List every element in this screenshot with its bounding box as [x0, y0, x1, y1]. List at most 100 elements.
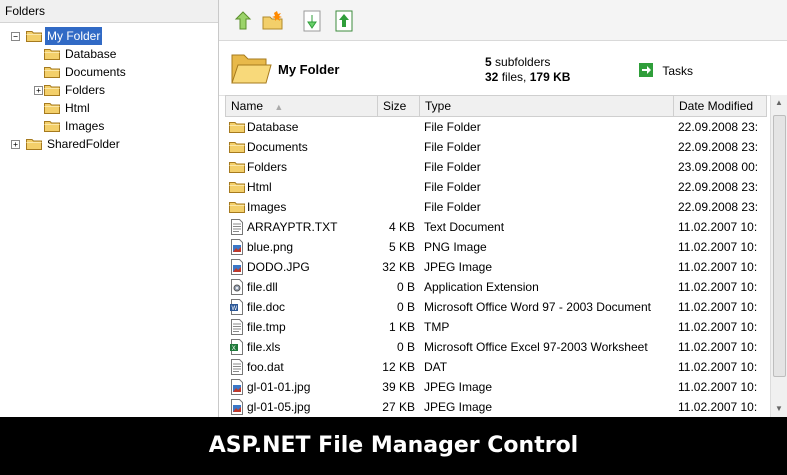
- scroll-down-icon[interactable]: ▼: [771, 401, 787, 417]
- file-date: 11.02.2007 10:: [678, 340, 758, 354]
- generic-file-icon: [231, 359, 243, 375]
- file-row[interactable]: ARRAYPTR.TXT 4 KB Text Document 11.02.2007 …: [225, 217, 767, 237]
- file-size: 27 KB: [382, 400, 415, 414]
- file-row[interactable]: Xfile.xls 0 B Microsoft Office Excel 97-20…: [225, 337, 767, 357]
- tree-node-label: Documents: [65, 65, 126, 79]
- file-type: Microsoft Office Word 97 - 2003 Document: [424, 300, 651, 314]
- folder-icon: [44, 67, 60, 78]
- grid-rows: Database File Folder 22.09.2008 23: Documen…: [225, 117, 767, 417]
- file-size: [377, 157, 415, 177]
- file-row[interactable]: Documents File Folder 22.09.2008 23:: [225, 137, 767, 157]
- tasks-button[interactable]: Tasks: [639, 63, 693, 78]
- tree-node[interactable]: Images: [0, 117, 216, 135]
- tree-node[interactable]: + Folders: [0, 81, 216, 99]
- file-row[interactable]: gl-01-05.jpg 27 KB JPEG Image 11.02.2007 10…: [225, 397, 767, 417]
- files-label: files,: [501, 70, 527, 84]
- expand-icon[interactable]: +: [34, 86, 43, 95]
- file-type: JPEG Image: [424, 260, 493, 274]
- file-name: Folders: [247, 160, 288, 174]
- type-header-label: Type: [425, 99, 452, 113]
- vertical-scrollbar[interactable]: ▲ ▼: [770, 95, 787, 417]
- date-column-header[interactable]: Date Modified: [674, 96, 767, 116]
- folder-icon: [229, 182, 245, 193]
- file-row[interactable]: Html File Folder 22.09.2008 23:: [225, 177, 767, 197]
- type-column-header[interactable]: Type: [420, 96, 674, 116]
- file-type: Text Document: [424, 220, 505, 234]
- file-date: 22.09.2008 23:: [678, 200, 759, 214]
- file-type: PNG Image: [424, 240, 487, 254]
- scrollbar-thumb[interactable]: [773, 115, 786, 377]
- caption-banner: ASP.NET File Manager Control: [0, 417, 787, 475]
- file-row[interactable]: Database File Folder 22.09.2008 23:: [225, 117, 767, 137]
- file-name: Images: [247, 200, 287, 214]
- folder-tree-panel: Folders − My Folder Database Documents + Fold…: [0, 0, 219, 417]
- file-date: 22.09.2008 23:: [678, 180, 759, 194]
- up-folder-icon[interactable]: [231, 9, 255, 33]
- name-column-header[interactable]: Name ▲: [226, 96, 378, 116]
- file-row[interactable]: Images File Folder 22.09.2008 23:: [225, 197, 767, 217]
- tree-node[interactable]: + SharedFolder: [0, 135, 216, 153]
- expand-icon[interactable]: +: [11, 140, 20, 149]
- file-row[interactable]: DODO.JPG 32 KB JPEG Image 11.02.2007 10:: [225, 257, 767, 277]
- file-size: [377, 197, 415, 217]
- subfolders-count: 5: [485, 55, 492, 69]
- name-header-label: Name: [231, 99, 264, 113]
- folder-icon: [229, 122, 245, 133]
- file-type: JPEG Image: [424, 380, 493, 394]
- file-size: [377, 117, 415, 137]
- folder-summary: 5 subfolders 32 files, 179 KB: [485, 55, 570, 85]
- file-type: Microsoft Office Excel 97-2003 Worksheet: [424, 340, 648, 354]
- file-date: 11.02.2007 10:: [678, 220, 758, 234]
- new-folder-icon[interactable]: [261, 9, 285, 33]
- file-size: [377, 137, 415, 157]
- subfolders-label: subfolders: [495, 55, 551, 69]
- tree-node[interactable]: Html: [0, 99, 216, 117]
- tasks-label: Tasks: [662, 64, 694, 78]
- tree-node[interactable]: Documents: [0, 63, 216, 81]
- file-name: file.tmp: [247, 320, 286, 334]
- word-file-icon: W: [230, 299, 243, 315]
- file-size: 1 KB: [388, 320, 415, 334]
- text-file-icon: [231, 219, 243, 235]
- file-name: file.dll: [247, 280, 278, 294]
- tree-node[interactable]: − My Folder: [0, 27, 216, 45]
- file-date: 11.02.2007 10:: [678, 380, 758, 394]
- file-row[interactable]: blue.png 5 KB PNG Image 11.02.2007 10:: [225, 237, 767, 257]
- file-name: gl-01-01.jpg: [247, 380, 311, 394]
- file-type: TMP: [424, 320, 450, 334]
- upload-icon[interactable]: [333, 9, 357, 33]
- folder-tree-header: Folders: [0, 0, 218, 23]
- folder-icon: [44, 49, 60, 60]
- file-name: Documents: [247, 140, 308, 154]
- file-size: 39 KB: [382, 380, 415, 394]
- size-column-header[interactable]: Size: [378, 96, 420, 116]
- content-panel: My Folder 5 subfolders 32 files, 179 KB …: [219, 0, 787, 417]
- folder-icon: [44, 121, 60, 132]
- file-row[interactable]: Folders File Folder 23.09.2008 00:: [225, 157, 767, 177]
- file-row[interactable]: file.dll 0 B Application Extension 11.02.20…: [225, 277, 767, 297]
- svg-text:X: X: [232, 346, 236, 352]
- tree-node[interactable]: Database: [0, 45, 216, 63]
- collapse-icon[interactable]: −: [11, 32, 20, 41]
- file-type: DAT: [424, 360, 448, 374]
- scroll-up-icon[interactable]: ▲: [771, 95, 787, 111]
- file-name: Database: [247, 120, 299, 134]
- file-row[interactable]: Wfile.doc 0 B Microsoft Office Word 97 - 2…: [225, 297, 767, 317]
- download-icon[interactable]: [301, 9, 325, 33]
- file-name: ARRAYPTR.TXT: [247, 220, 338, 234]
- file-manager-app: Folders − My Folder Database Documents + Fold…: [0, 0, 787, 417]
- file-row[interactable]: gl-01-01.jpg 39 KB JPEG Image 11.02.2007 10…: [225, 377, 767, 397]
- files-count: 32: [485, 70, 499, 84]
- file-type: File Folder: [424, 140, 481, 154]
- folder-title: My Folder: [278, 62, 340, 77]
- image-file-icon: [231, 379, 243, 395]
- file-size: 0 B: [396, 280, 415, 294]
- file-size: 0 B: [396, 340, 415, 354]
- file-name: Html: [247, 180, 272, 194]
- file-date: 11.02.2007 10:: [678, 400, 758, 414]
- tree-node-label: Database: [65, 47, 117, 61]
- file-row[interactable]: file.tmp 1 KB TMP 11.02.2007 10:: [225, 317, 767, 337]
- file-grid: Name ▲ Size Type Date Modified Database F…: [225, 95, 767, 417]
- file-row[interactable]: foo.dat 12 KB DAT 11.02.2007 10:: [225, 357, 767, 377]
- file-date: 11.02.2007 10:: [678, 360, 758, 374]
